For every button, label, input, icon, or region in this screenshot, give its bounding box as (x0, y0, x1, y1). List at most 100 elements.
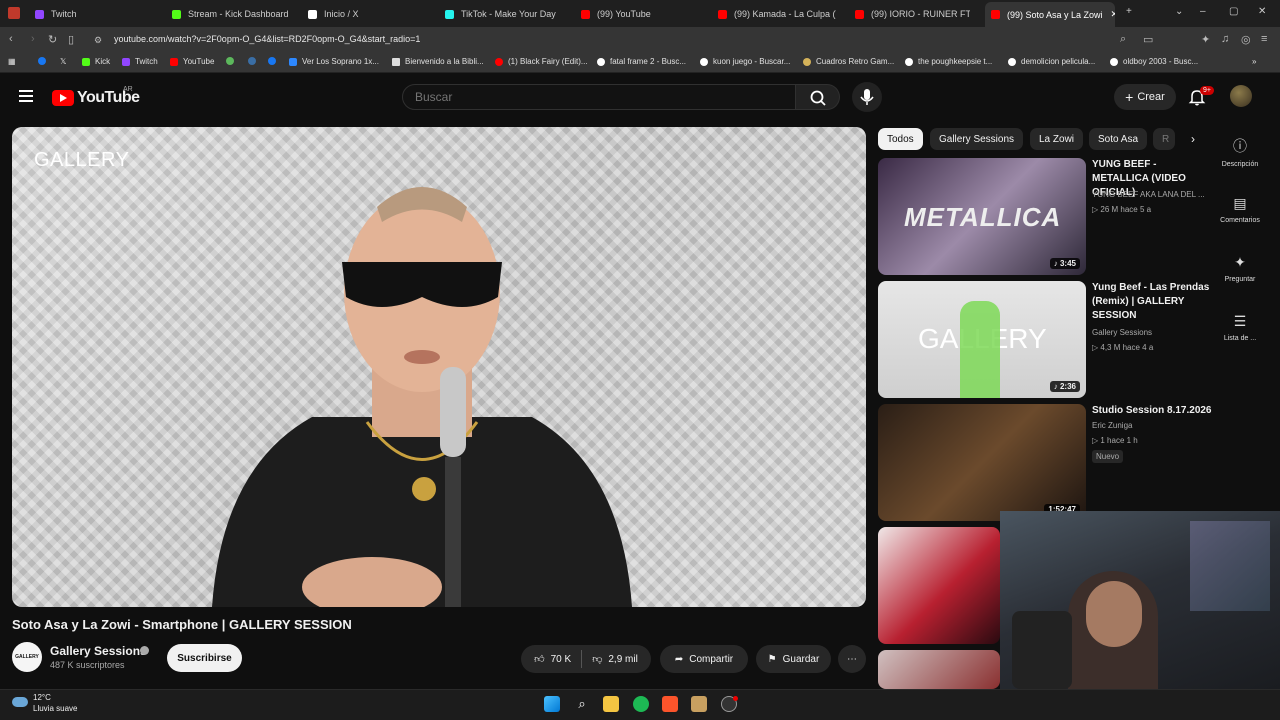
list-icon: ☰ (1233, 313, 1247, 329)
tab-kamada[interactable]: (99) Kamada - La Culpa (Visu (718, 4, 836, 24)
brave-browser-icon[interactable] (662, 696, 678, 712)
tab-tiktok[interactable]: TikTok - Make Your Day (445, 4, 570, 24)
file-explorer-icon[interactable] (603, 696, 619, 712)
tab-close-icon[interactable]: ✕ (1111, 9, 1115, 20)
rec-title[interactable]: Studio Session 8.17.2026 (1092, 404, 1212, 418)
video-player[interactable]: GALLERY (12, 127, 866, 607)
bookmark-black-fairy[interactable]: (1) Black Fairy (Edit)... (495, 57, 588, 66)
like-button[interactable]: 👍︎ 70 K (534, 653, 571, 666)
tab-kick[interactable]: Stream - Kick Dashboard (172, 4, 297, 24)
save-button[interactable]: ⚑ Guardar (756, 645, 831, 673)
chip-soto-asa[interactable]: Soto Asa (1089, 128, 1148, 150)
browser-menu-icon[interactable]: ≡ (1261, 33, 1267, 45)
back-icon[interactable]: ‹ (9, 33, 13, 45)
app-icon[interactable] (691, 696, 707, 712)
bookmark-fatal-frame[interactable]: fatal frame 2 - Busc... (597, 57, 686, 66)
rec-meta: ▷ 1 hace 1 h (1092, 436, 1138, 445)
minimize-icon[interactable]: – (1200, 6, 1206, 17)
close-window-icon[interactable]: ✕ (1258, 6, 1266, 17)
youtube-icon (855, 9, 864, 19)
bookmark-icon-teal[interactable] (248, 57, 261, 65)
bookmark-twitch[interactable]: Twitch (122, 57, 158, 66)
chip-gallery-sessions[interactable]: Gallery Sessions (930, 128, 1024, 150)
hamburger-menu-icon[interactable] (19, 90, 33, 102)
channel-avatar[interactable]: GALLERY (12, 642, 42, 672)
playlist-button[interactable]: ☰ Lista de ... (1214, 313, 1266, 342)
dislike-button[interactable]: 👎︎ 2,9 mil (592, 653, 638, 666)
x-bookmark-icon[interactable]: 𝕏 (60, 57, 66, 66)
bookmark-poughkeepsie[interactable]: the poughkeepsie t... (905, 57, 992, 66)
bookmark-biblioteca[interactable]: Bienvenido a la Bibli... (392, 57, 484, 66)
rec-meta: ▷ 26 M hace 5 a (1092, 205, 1152, 214)
tab-x[interactable]: Inicio / X (308, 4, 428, 24)
search-box[interactable] (402, 84, 796, 110)
tab-iorio[interactable]: (99) IORIO - RUINER FT MIR / (855, 4, 970, 24)
rec-thumbnail[interactable]: METALLICA ♪ 3:45 (878, 158, 1086, 275)
browser-icon[interactable] (8, 7, 20, 19)
tab-list-icon[interactable]: ⌄ (1175, 6, 1183, 17)
chip-todos[interactable]: Todos (878, 128, 923, 150)
extensions-icon[interactable]: ✦ (1201, 33, 1210, 46)
tab-active-soto-asa[interactable]: (99) Soto Asa y La Zowi ✕ (985, 2, 1115, 27)
maximize-icon[interactable]: ▢ (1229, 6, 1238, 17)
bookmark-youtube[interactable]: YouTube (170, 57, 214, 66)
user-avatar[interactable] (1230, 85, 1252, 107)
subscribe-button[interactable]: Suscribirse (167, 644, 242, 672)
chip-la-zowi[interactable]: La Zowi (1030, 128, 1084, 150)
taskbar-search-icon[interactable]: ⌕ (574, 696, 590, 712)
facebook-icon[interactable] (38, 57, 51, 65)
rec-thumbnail[interactable]: 1:52:47 (878, 404, 1086, 521)
ask-button[interactable]: ✦ Preguntar (1214, 254, 1266, 283)
weather-icon[interactable] (12, 697, 28, 707)
bookmark-icon[interactable]: ▯ (68, 33, 74, 46)
more-actions-button[interactable]: ⋯ (838, 645, 866, 673)
tab-twitch[interactable]: Twitch (35, 4, 155, 24)
spotify-icon[interactable] (633, 696, 649, 712)
cast-icon[interactable]: ▭ (1143, 33, 1153, 46)
kick-icon (172, 9, 181, 19)
bookmark-demolicion[interactable]: demolicion pelicula... (1008, 57, 1095, 66)
bookmark-cuadros[interactable]: Cuadros Retro Gam... (803, 57, 894, 66)
site-settings-icon[interactable]: ⚙ (94, 35, 102, 46)
url-field[interactable]: youtube.com/watch?v=2F0opm-O_G4&list=RD2… (114, 34, 420, 44)
rec-channel[interactable]: YUNG BEEF AKA LANA DEL ... (1092, 190, 1205, 199)
rec-title[interactable]: Yung Beef - Las Prendas (Remix) | GALLER… (1092, 281, 1212, 323)
rec-thumbnail[interactable] (878, 650, 1000, 689)
voice-search-button[interactable] (852, 82, 882, 112)
media-icon[interactable]: ♫ (1221, 33, 1229, 45)
bookmark-kuon[interactable]: kuon juego - Buscar... (700, 57, 790, 66)
chip-next-arrow-icon[interactable]: › (1182, 128, 1204, 150)
search-button[interactable] (796, 84, 840, 110)
forward-icon[interactable]: › (31, 33, 35, 45)
tab-label: (99) Soto Asa y La Zowi (1007, 9, 1103, 20)
rec-thumbnail[interactable]: GALLERY ♪ 2:36 (878, 281, 1086, 398)
rec-channel[interactable]: Eric Zuniga (1092, 421, 1132, 430)
vpn-icon[interactable]: ◎ (1241, 33, 1251, 46)
bookmarks-overflow-icon[interactable]: » (1252, 57, 1256, 66)
verified-icon (140, 646, 149, 655)
bookmark-icon-green[interactable] (226, 57, 239, 65)
reload-icon[interactable]: ↻ (48, 33, 57, 46)
apps-icon[interactable]: ▦ (8, 57, 16, 66)
bookmark-soprano[interactable]: Ver Los Soprano 1x... (289, 57, 379, 66)
youtube-icon (991, 10, 1000, 19)
new-tab-icon[interactable]: + (1126, 6, 1132, 17)
tab-youtube[interactable]: (99) YouTube (581, 4, 701, 24)
bookmark-kick[interactable]: Kick (82, 57, 110, 66)
comments-button[interactable]: ▤ Comentarios (1214, 195, 1266, 224)
bookmark-oldboy[interactable]: oldboy 2003 - Busc... (1110, 57, 1198, 66)
channel-name[interactable]: Gallery Sessions (50, 644, 147, 658)
weather-description[interactable]: Lluvia suave (33, 704, 77, 713)
search-input[interactable] (415, 90, 775, 104)
weather-temperature[interactable]: 12°C (33, 693, 51, 702)
share-button[interactable]: ➦ Compartir (660, 645, 748, 673)
rec-channel[interactable]: Gallery Sessions (1092, 328, 1152, 337)
windows-start-icon[interactable] (544, 696, 560, 712)
description-button[interactable]: ⓘ Descripción (1214, 136, 1266, 168)
subscriber-count: 487 K suscriptores (50, 660, 125, 670)
zoom-icon[interactable]: ⌕ (1120, 33, 1126, 46)
rec-thumbnail[interactable] (878, 527, 1000, 644)
bookmark-icon-blue[interactable] (268, 57, 281, 65)
create-button[interactable]: + Crear (1114, 84, 1176, 110)
chip-truncated[interactable]: R (1153, 128, 1175, 150)
